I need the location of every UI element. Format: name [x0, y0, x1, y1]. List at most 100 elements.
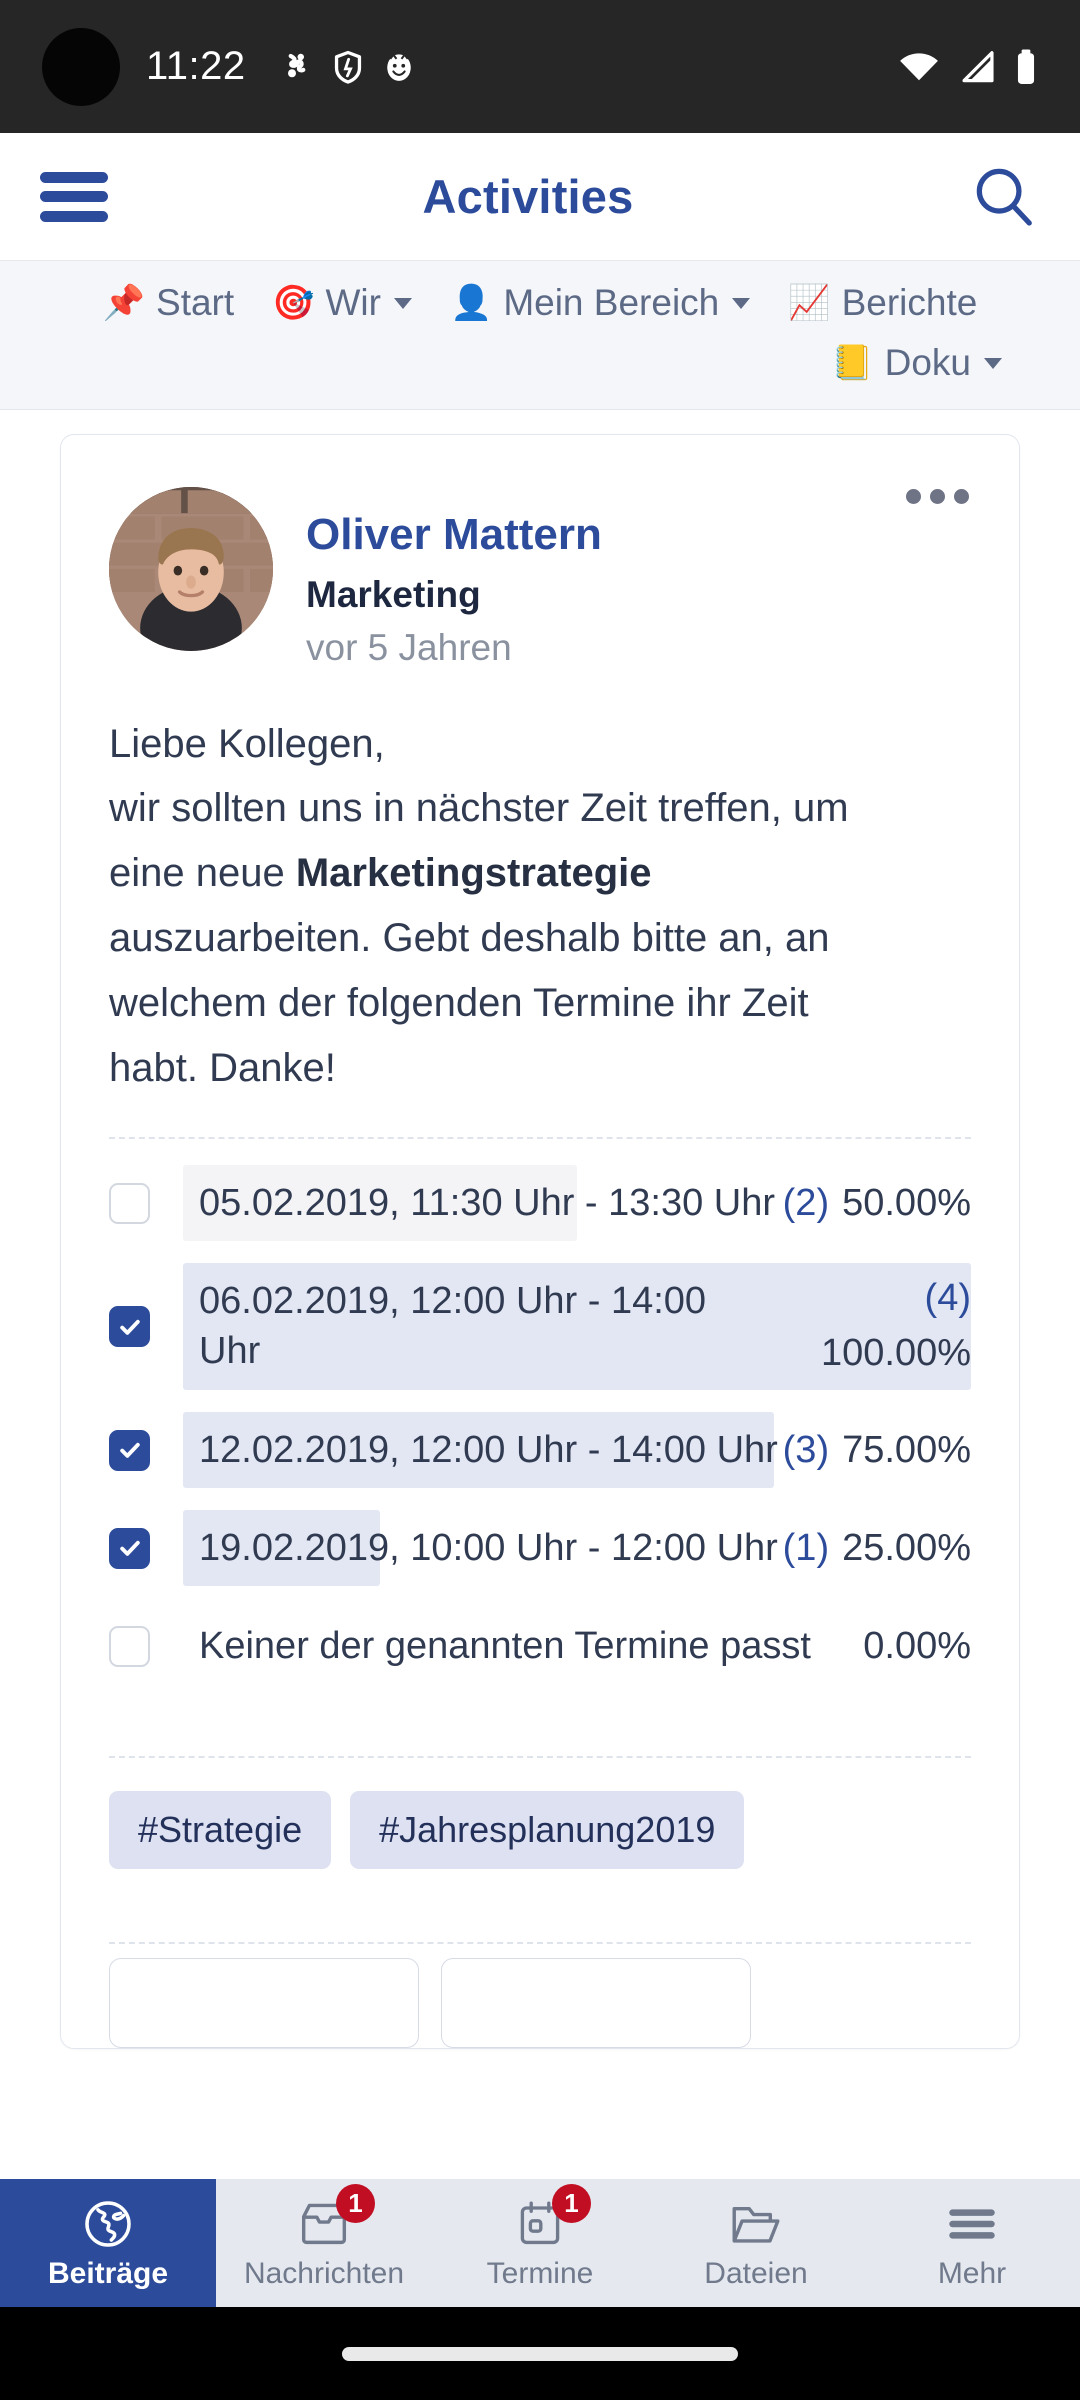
post-body-line-6: habt. Danke!: [109, 1045, 336, 1090]
poll-vote-count: (3): [782, 1428, 830, 1471]
status-system-icons: [898, 48, 1038, 86]
battery-icon: [1014, 48, 1038, 86]
status-notification-icons: [282, 50, 414, 84]
bottom-navigation: Beiträge 1 Nachrichten 1 Termine Dateien…: [0, 2179, 1080, 2307]
shield-icon: [334, 50, 362, 84]
post-body-emphasis: Marketingstrategie: [295, 851, 652, 896]
post-body-line-1: Liebe Kollegen,: [109, 721, 385, 766]
poll-option-meta: (3) 75.00%: [783, 1429, 971, 1472]
nav-item-start[interactable]: 📌 Start: [101, 275, 236, 331]
poll-vote-count: (1): [782, 1526, 830, 1569]
poll-percent: 25.00%: [842, 1526, 971, 1569]
bottom-nav-label-mehr: Mehr: [937, 2256, 1007, 2290]
system-gesture-bar: [0, 2307, 1080, 2400]
poll-option-label: Keiner der genannten Termine passt: [199, 1624, 811, 1667]
poll-vote-count: (4): [924, 1277, 971, 1320]
post-author-name[interactable]: Oliver Mattern: [306, 509, 602, 561]
poll-option-content: Keiner der genannten Termine passt 0.00%: [183, 1616, 971, 1677]
bottom-nav-label-termine: Termine: [486, 2256, 594, 2290]
post-action-button-primary[interactable]: [109, 1958, 419, 2049]
poll-option-label: 06.02.2019, 12:00 Uhr - 14:00 Uhr: [199, 1280, 707, 1372]
nav-label-wir: Wir: [325, 282, 381, 323]
poll-option-meta: 0.00%: [837, 1625, 971, 1668]
bottom-nav-item-nachrichten[interactable]: 1 Nachrichten: [216, 2179, 432, 2307]
tag-strategie[interactable]: #Strategie: [109, 1791, 332, 1870]
folder-icon: [727, 2198, 785, 2250]
nav-label-berichte: Berichte: [841, 282, 978, 323]
poll-option-label: 19.02.2019, 10:00 Uhr - 12:00 Uhr: [199, 1526, 778, 1569]
poll-checkbox[interactable]: [109, 1306, 150, 1348]
app-notification-icon: [384, 50, 414, 84]
poll-option-content: 19.02.2019, 10:00 Uhr - 12:00 Uhr (1) 25…: [183, 1518, 971, 1579]
nav-label-mein-bereich: Mein Bereich: [503, 282, 720, 323]
hamburger-menu-icon: [943, 2198, 1001, 2250]
chevron-down-icon: [393, 297, 412, 309]
poll-checkbox[interactable]: [109, 1527, 150, 1569]
poll-bar-area: 12.02.2019, 12:00 Uhr - 14:00 Uhr (3) 75…: [183, 1412, 971, 1489]
bottom-nav-label-dateien: Dateien: [704, 2256, 808, 2290]
bluetooth-share-icon: [282, 50, 312, 84]
nav-item-mein-bereich[interactable]: 👤 Mein Bereich: [448, 275, 752, 331]
nav-item-doku[interactable]: 📒 Doku: [829, 335, 1004, 391]
post-header: Oliver Mattern Marketing vor 5 Jahren: [109, 475, 971, 671]
poll-option[interactable]: Keiner der genannten Termine passt 0.00%: [109, 1608, 971, 1684]
poll: 05.02.2019, 11:30 Uhr - 13:30 Uhr (2) 50…: [109, 1139, 971, 1716]
poll-vote-count: (2): [782, 1181, 830, 1224]
bottom-nav-item-beitraege[interactable]: Beiträge: [0, 2179, 216, 2307]
poll-percent: 75.00%: [842, 1428, 971, 1471]
poll-option-meta: (4) 100.00%: [761, 1277, 971, 1375]
poll-option[interactable]: 06.02.2019, 12:00 Uhr - 14:00 Uhr (4) 10…: [109, 1263, 971, 1391]
app-bar: Activities: [0, 133, 1080, 261]
poll-option[interactable]: 19.02.2019, 10:00 Uhr - 12:00 Uhr (1) 25…: [109, 1510, 971, 1587]
poll-percent: 100.00%: [820, 1332, 971, 1375]
post-action-button-secondary[interactable]: [441, 1958, 751, 2049]
status-bar: 11:22: [0, 0, 1080, 133]
post-body-line-3-prefix: eine neue: [109, 851, 296, 896]
feed-content: Oliver Mattern Marketing vor 5 Jahren Li…: [0, 410, 1080, 2400]
post-body: Liebe Kollegen, wir sollten uns in nächs…: [109, 715, 971, 1098]
poll-percent: 0.00%: [863, 1624, 971, 1667]
poll-bar-area: 19.02.2019, 10:00 Uhr - 12:00 Uhr (1) 25…: [183, 1510, 971, 1587]
chart-increasing-icon: 📈: [788, 284, 831, 322]
poll-checkbox[interactable]: [109, 1625, 150, 1667]
poll-bar-area: 05.02.2019, 11:30 Uhr - 13:30 Uhr (2) 50…: [183, 1165, 971, 1242]
nav-item-wir[interactable]: 🎯 Wir: [270, 275, 414, 331]
poll-option-meta: (1) 25.00%: [783, 1527, 971, 1570]
poll-checkbox[interactable]: [109, 1182, 150, 1224]
cellular-signal-icon: [958, 50, 996, 84]
bottom-nav-item-mehr[interactable]: Mehr: [864, 2179, 1080, 2307]
poll-option[interactable]: 12.02.2019, 12:00 Uhr - 14:00 Uhr (3) 75…: [109, 1412, 971, 1489]
poll-bar-area: Keiner der genannten Termine passt 0.00%: [183, 1608, 971, 1684]
ledger-icon: 📒: [831, 344, 874, 382]
post-body-line-4: auszuarbeiten. Gebt deshalb bitte an, an: [109, 916, 830, 961]
bottom-nav-item-termine[interactable]: 1 Termine: [432, 2179, 648, 2307]
tag-jahresplanung[interactable]: #Jahresplanung2019: [350, 1791, 745, 1870]
home-gesture-pill[interactable]: [342, 2346, 738, 2361]
post-body-line-3: eine neue Marketingstrategie: [109, 844, 971, 903]
target-icon: 🎯: [272, 284, 315, 322]
poll-bar-area: 06.02.2019, 12:00 Uhr - 14:00 Uhr (4) 10…: [183, 1263, 971, 1391]
poll-option[interactable]: 05.02.2019, 11:30 Uhr - 13:30 Uhr (2) 50…: [109, 1165, 971, 1242]
nav-label-start: Start: [156, 282, 235, 323]
post-timestamp: vor 5 Jahren: [306, 627, 512, 669]
poll-percent: 50.00%: [842, 1181, 971, 1224]
search-icon[interactable]: [968, 161, 1040, 233]
poll-option-label: 05.02.2019, 11:30 Uhr - 13:30 Uhr: [199, 1181, 776, 1224]
bottom-nav-item-dateien[interactable]: Dateien: [648, 2179, 864, 2307]
status-time: 11:22: [146, 44, 246, 88]
nav-item-berichte[interactable]: 📈 Berichte: [786, 275, 979, 331]
bottom-nav-label-nachrichten: Nachrichten: [243, 2256, 405, 2290]
poll-checkbox[interactable]: [109, 1429, 150, 1471]
post-author-block: Oliver Mattern Marketing vor 5 Jahren: [306, 487, 602, 671]
calendar-icon: 1: [511, 2183, 591, 2250]
bottom-nav-label-beitraege: Beiträge: [47, 2256, 169, 2290]
avatar[interactable]: [109, 487, 273, 651]
post-author-department: Marketing: [306, 573, 481, 615]
more-options-icon[interactable]: [896, 475, 979, 518]
front-camera-cutout: [42, 27, 120, 106]
poll-option-label: 12.02.2019, 12:00 Uhr - 14:00 Uhr: [199, 1428, 778, 1471]
poll-option-content: 06.02.2019, 12:00 Uhr - 14:00 Uhr (4) 10…: [183, 1263, 971, 1390]
nav-label-doku: Doku: [884, 342, 971, 383]
poll-option-meta: (2) 50.00%: [783, 1182, 971, 1225]
wifi-icon: [898, 50, 940, 84]
